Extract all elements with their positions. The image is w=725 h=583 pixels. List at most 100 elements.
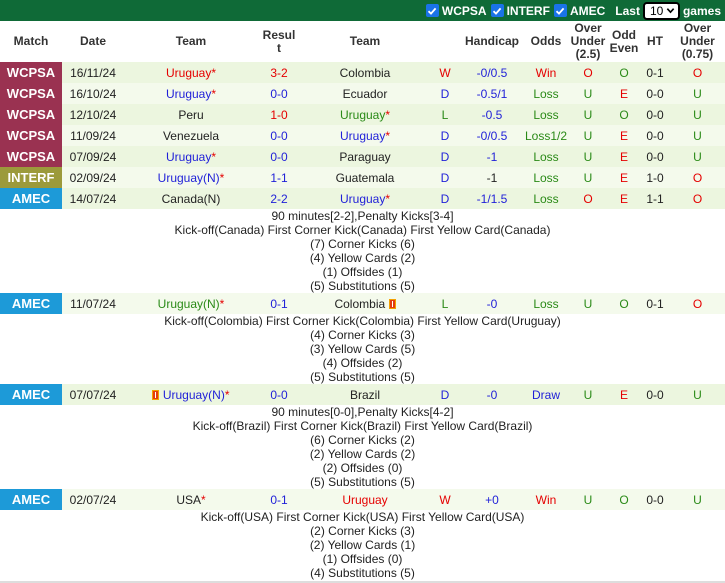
away-team[interactable]: Brazil (300, 384, 430, 405)
match-row[interactable]: WCPSA 16/10/24 Uruguay* 0-0 Ecuador D -0.5/1 Lo… (0, 83, 725, 104)
match-score[interactable]: 1-1 (258, 167, 300, 188)
home-team[interactable]: Canada(N) (124, 188, 258, 209)
match-row[interactable]: AMEC 11/07/24 Uruguay(N)* 0-1 Colombia L -0 Lo… (0, 293, 725, 314)
match-score[interactable]: 3-2 (258, 62, 300, 83)
half-time-score: 0-0 (640, 125, 670, 146)
filter-wcpsa[interactable]: WCPSA (425, 3, 487, 18)
away-team[interactable]: Paraguay (300, 146, 430, 167)
home-team-name[interactable]: Venezuela (163, 129, 219, 143)
league-badge[interactable]: WCPSA (0, 83, 62, 104)
odd-even-result: O (608, 104, 640, 125)
home-marker: * (219, 170, 225, 185)
match-date: 11/07/24 (62, 293, 124, 314)
games-count-select[interactable]: 10 (642, 1, 680, 20)
checkbox-checked-icon[interactable] (490, 4, 504, 17)
league-badge[interactable]: WCPSA (0, 104, 62, 125)
h-ou-3: (2.5) (575, 47, 601, 61)
home-team-name[interactable]: USA (176, 493, 201, 507)
match-row[interactable]: WCPSA 11/09/24 Venezuela 0-0 Uruguay* D -0/0.5… (0, 125, 725, 146)
match-score[interactable]: 0-0 (258, 83, 300, 104)
away-team[interactable]: Uruguay* (300, 104, 430, 125)
away-team[interactable]: Uruguay* (300, 188, 430, 209)
home-team-name[interactable]: Uruguay(N) (163, 388, 225, 402)
home-team[interactable]: Uruguay* (124, 62, 258, 83)
odds-result: Loss (524, 293, 568, 314)
away-team-name[interactable]: Uruguay (340, 192, 385, 206)
league-badge[interactable]: WCPSA (0, 146, 62, 167)
away-team-name[interactable]: Guatemala (336, 171, 395, 185)
match-row[interactable]: INTERF 02/09/24 Uruguay(N)* 1-1 Guatemala D -1… (0, 167, 725, 188)
away-team-name[interactable]: Uruguay (342, 493, 387, 507)
chevron-down-icon (666, 8, 675, 14)
match-row[interactable]: AMEC 14/07/24 Canada(N) 2-2 Uruguay* D -1/1.5 L… (0, 188, 725, 209)
away-team[interactable]: Uruguay (300, 489, 430, 510)
table-header-row: Match Date Team Resul t Team Handicap Odd… (0, 21, 725, 62)
home-team-name[interactable]: Uruguay (166, 87, 211, 101)
home-team[interactable]: Uruguay(N)* (124, 293, 258, 314)
filter-interf[interactable]: INTERF (490, 4, 550, 18)
away-team[interactable]: Uruguay* (300, 125, 430, 146)
match-row[interactable]: WCPSA 16/11/24 Uruguay* 3-2 Colombia W -0/0.5 W… (0, 62, 725, 83)
home-team-name[interactable]: Uruguay(N) (158, 297, 220, 311)
home-team[interactable]: USA* (124, 489, 258, 510)
match-score[interactable]: 0-0 (258, 125, 300, 146)
away-team[interactable]: Ecuador (300, 83, 430, 104)
home-team[interactable]: Uruguay* (124, 83, 258, 104)
away-team-name[interactable]: Uruguay (340, 108, 385, 122)
h-ou2-3: (0.75) (681, 47, 714, 61)
match-score[interactable]: 0-1 (258, 293, 300, 314)
away-team-name[interactable]: Colombia (334, 297, 385, 311)
home-team[interactable]: Uruguay(N)* (124, 384, 258, 405)
match-row[interactable]: AMEC 02/07/24 USA* 0-1 Uruguay W +0 Win U O 0-0 U (0, 489, 725, 510)
result-wdl: D (430, 83, 460, 104)
league-badge[interactable]: WCPSA (0, 62, 62, 83)
away-team-name[interactable]: Ecuador (343, 87, 388, 101)
home-marker: * (201, 492, 206, 507)
over-under-result: U (568, 104, 608, 125)
away-team-name[interactable]: Paraguay (339, 150, 390, 164)
home-team[interactable]: Uruguay(N)* (124, 167, 258, 188)
match-score[interactable]: 1-0 (258, 104, 300, 125)
over-under-075-result: U (670, 489, 725, 510)
filter-label: WCPSA (441, 3, 487, 18)
league-badge[interactable]: AMEC (0, 188, 62, 209)
games-count-value: 10 (649, 3, 664, 18)
league-badge[interactable]: AMEC (0, 489, 62, 510)
match-row[interactable]: WCPSA 07/09/24 Uruguay* 0-0 Paraguay D -1 Loss U… (0, 146, 725, 167)
away-team-name[interactable]: Colombia (340, 66, 391, 80)
league-badge[interactable]: AMEC (0, 384, 62, 405)
match-row[interactable]: WCPSA 12/10/24 Peru 1-0 Uruguay* L -0.5 Loss U O 0… (0, 104, 725, 125)
home-team[interactable]: Uruguay* (124, 146, 258, 167)
match-date: 11/09/24 (62, 125, 124, 146)
over-under-075-result: U (670, 83, 725, 104)
over-under-result: U (568, 146, 608, 167)
match-row[interactable]: AMEC 07/07/24 Uruguay(N)* 0-0 Brazil D -0 Draw… (0, 384, 725, 405)
over-under-075-result: O (670, 293, 725, 314)
home-team[interactable]: Peru (124, 104, 258, 125)
away-team-name[interactable]: Uruguay (340, 129, 385, 143)
home-team-name[interactable]: Peru (178, 108, 203, 122)
home-team-name[interactable]: Uruguay(N) (158, 171, 220, 185)
match-score[interactable]: 2-2 (258, 188, 300, 209)
detail-line: (5) Substitutions (5) (310, 475, 415, 489)
home-team-name[interactable]: Uruguay (166, 66, 211, 80)
match-score[interactable]: 0-0 (258, 384, 300, 405)
away-team-name[interactable]: Brazil (350, 388, 380, 402)
league-badge[interactable]: INTERF (0, 167, 62, 188)
home-team-name[interactable]: Canada(N) (162, 192, 221, 206)
league-badge[interactable]: WCPSA (0, 125, 62, 146)
away-team[interactable]: Colombia (300, 293, 430, 314)
away-team[interactable]: Guatemala (300, 167, 430, 188)
handicap-value: -0/0.5 (460, 125, 524, 146)
home-team[interactable]: Venezuela (124, 125, 258, 146)
home-team-name[interactable]: Uruguay (166, 150, 211, 164)
header-wdl (430, 21, 460, 62)
away-team[interactable]: Colombia (300, 62, 430, 83)
checkbox-checked-icon[interactable] (553, 4, 567, 17)
match-score[interactable]: 0-0 (258, 146, 300, 167)
match-score[interactable]: 0-1 (258, 489, 300, 510)
header-away-team: Team (300, 21, 430, 62)
filter-amec[interactable]: AMEC (553, 4, 605, 18)
league-badge[interactable]: AMEC (0, 293, 62, 314)
checkbox-checked-icon[interactable] (425, 4, 439, 17)
